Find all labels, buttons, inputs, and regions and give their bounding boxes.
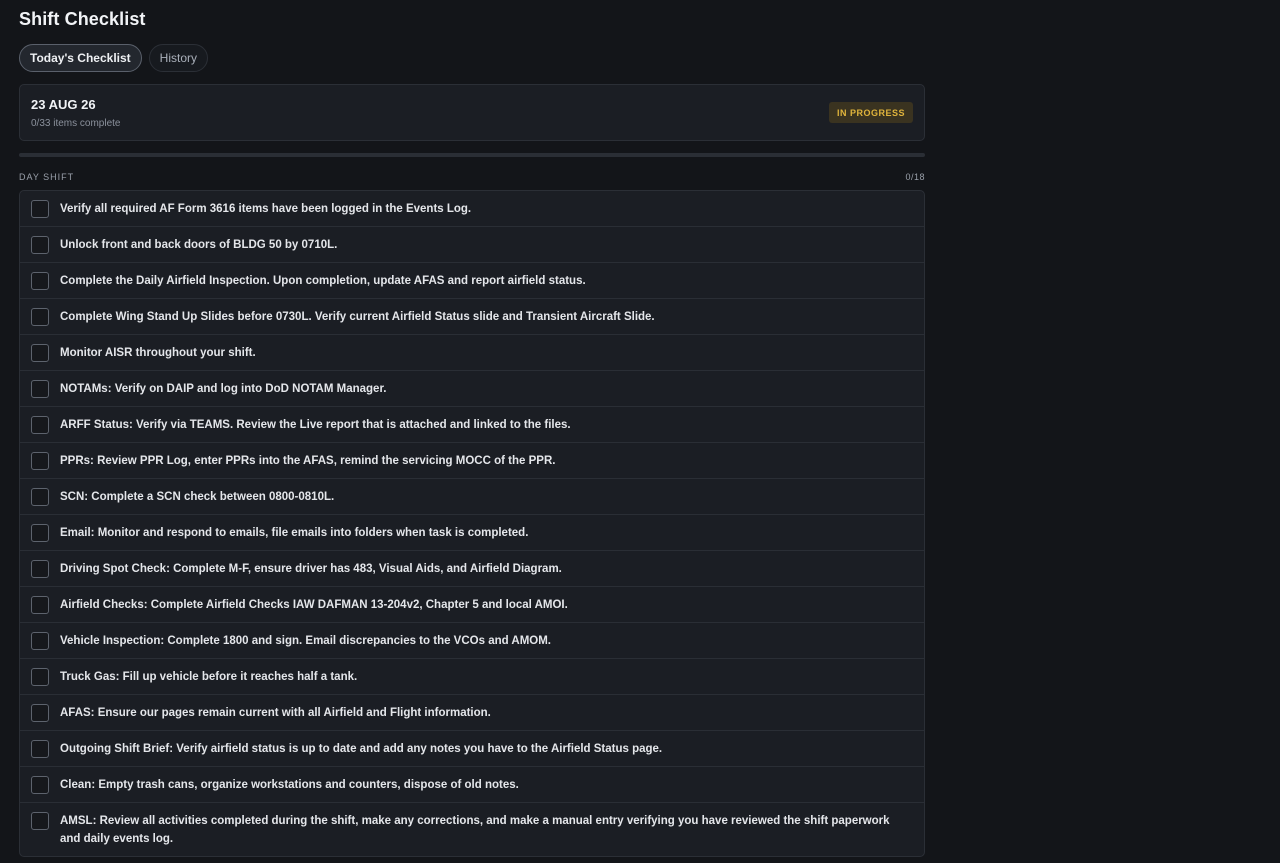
checklist-item[interactable]: Complete the Daily Airfield Inspection. …	[20, 262, 924, 298]
checklist-item[interactable]: Vehicle Inspection: Complete 1800 and si…	[20, 622, 924, 658]
checklist-item-checkbox[interactable]	[31, 560, 49, 578]
checklist-item-checkbox[interactable]	[31, 236, 49, 254]
checklist-item-text: Airfield Checks: Complete Airfield Check…	[60, 599, 568, 611]
checklist-item-text: SCN: Complete a SCN check between 0800-0…	[60, 491, 335, 503]
checklist-item[interactable]: Outgoing Shift Brief: Verify airfield st…	[20, 730, 924, 766]
checklist-item[interactable]: Monitor AISR throughout your shift.	[20, 334, 924, 370]
checklist-item-text: Complete the Daily Airfield Inspection. …	[60, 275, 586, 287]
status-badge: IN PROGRESS	[828, 102, 913, 123]
checklist-item-text: Truck Gas: Fill up vehicle before it rea…	[60, 671, 358, 683]
checklist-item[interactable]: AFAS: Ensure our pages remain current wi…	[20, 694, 924, 730]
checklist-item-checkbox[interactable]	[31, 704, 49, 722]
checklist-item[interactable]: Clean: Empty trash cans, organize workst…	[20, 766, 924, 802]
checklist-item-text: Unlock front and back doors of BLDG 50 b…	[60, 239, 338, 251]
items-complete-count: 0/33 items complete	[31, 118, 121, 129]
checklist-item-text: Vehicle Inspection: Complete 1800 and si…	[60, 635, 552, 647]
checklist-item[interactable]: Unlock front and back doors of BLDG 50 b…	[20, 226, 924, 262]
checklist-item[interactable]: Verify all required AF Form 3616 items h…	[20, 191, 924, 226]
checklist-item-checkbox[interactable]	[31, 416, 49, 434]
checklist-item-checkbox[interactable]	[31, 632, 49, 650]
checklist-item-checkbox[interactable]	[31, 812, 49, 830]
checklist-item-text: AFAS: Ensure our pages remain current wi…	[60, 707, 491, 719]
checklist-item-checkbox[interactable]	[31, 524, 49, 542]
checklist-summary-card: 23 AUG 26 0/33 items complete IN PROGRES…	[19, 84, 925, 141]
section-count: 0/18	[905, 172, 925, 182]
checklist-item[interactable]: SCN: Complete a SCN check between 0800-0…	[20, 478, 924, 514]
checklist-date: 23 AUG 26	[31, 97, 96, 112]
checklist-item-text: Outgoing Shift Brief: Verify airfield st…	[60, 743, 663, 755]
checklist-item-text: Email: Monitor and respond to emails, fi…	[60, 527, 529, 539]
checklist-item-checkbox[interactable]	[31, 596, 49, 614]
checklist-item-checkbox[interactable]	[31, 308, 49, 326]
checklist-item[interactable]: Email: Monitor and respond to emails, fi…	[20, 514, 924, 550]
checklist-item-checkbox[interactable]	[31, 668, 49, 686]
checklist-item-checkbox[interactable]	[31, 776, 49, 794]
checklist-item-checkbox[interactable]	[31, 380, 49, 398]
checklist-item[interactable]: Airfield Checks: Complete Airfield Check…	[20, 586, 924, 622]
checklist-item[interactable]: NOTAMs: Verify on DAIP and log into DoD …	[20, 370, 924, 406]
shift-checklist-page: Shift Checklist Today's Checklist Histor…	[0, 0, 1280, 863]
checklist-item[interactable]: Complete Wing Stand Up Slides before 073…	[20, 298, 924, 334]
checklist-item-checkbox[interactable]	[31, 488, 49, 506]
checklist-item-text: Complete Wing Stand Up Slides before 073…	[60, 311, 655, 323]
checklist-item-text: Verify all required AF Form 3616 items h…	[60, 203, 472, 215]
checklist-item-text: NOTAMs: Verify on DAIP and log into DoD …	[60, 383, 387, 395]
checklist-item-text: Clean: Empty trash cans, organize workst…	[60, 779, 519, 791]
checklist-progress-bar	[19, 153, 925, 157]
checklist-item[interactable]: AMSL: Review all activities completed du…	[20, 802, 924, 856]
checklist-tabs: Today's Checklist History	[19, 44, 209, 72]
checklist-item[interactable]: PPRs: Review PPR Log, enter PPRs into th…	[20, 442, 924, 478]
checklist-item-text: AMSL: Review all activities completed du…	[60, 815, 890, 845]
checklist-item-text: Monitor AISR throughout your shift.	[60, 347, 256, 359]
checklist-item-checkbox[interactable]	[31, 740, 49, 758]
checklist-item[interactable]: Truck Gas: Fill up vehicle before it rea…	[20, 658, 924, 694]
tab-todays-checklist[interactable]: Today's Checklist	[19, 44, 142, 72]
tab-history[interactable]: History	[148, 44, 209, 72]
checklist-item[interactable]: Driving Spot Check: Complete M-F, ensure…	[20, 550, 924, 586]
checklist-item[interactable]: ARFF Status: Verify via TEAMS. Review th…	[20, 406, 924, 442]
page-title: Shift Checklist	[19, 9, 146, 29]
checklist-item-checkbox[interactable]	[31, 344, 49, 362]
checklist-item-text: PPRs: Review PPR Log, enter PPRs into th…	[60, 455, 556, 467]
checklist-item-checkbox[interactable]	[31, 200, 49, 218]
section-header-day-shift: DAY SHIFT 0/18	[19, 172, 925, 182]
day-shift-checklist: Verify all required AF Form 3616 items h…	[19, 190, 925, 857]
checklist-item-checkbox[interactable]	[31, 452, 49, 470]
checklist-item-text: ARFF Status: Verify via TEAMS. Review th…	[60, 419, 571, 431]
checklist-item-checkbox[interactable]	[31, 272, 49, 290]
checklist-item-text: Driving Spot Check: Complete M-F, ensure…	[60, 563, 562, 575]
section-title: DAY SHIFT	[19, 172, 75, 182]
